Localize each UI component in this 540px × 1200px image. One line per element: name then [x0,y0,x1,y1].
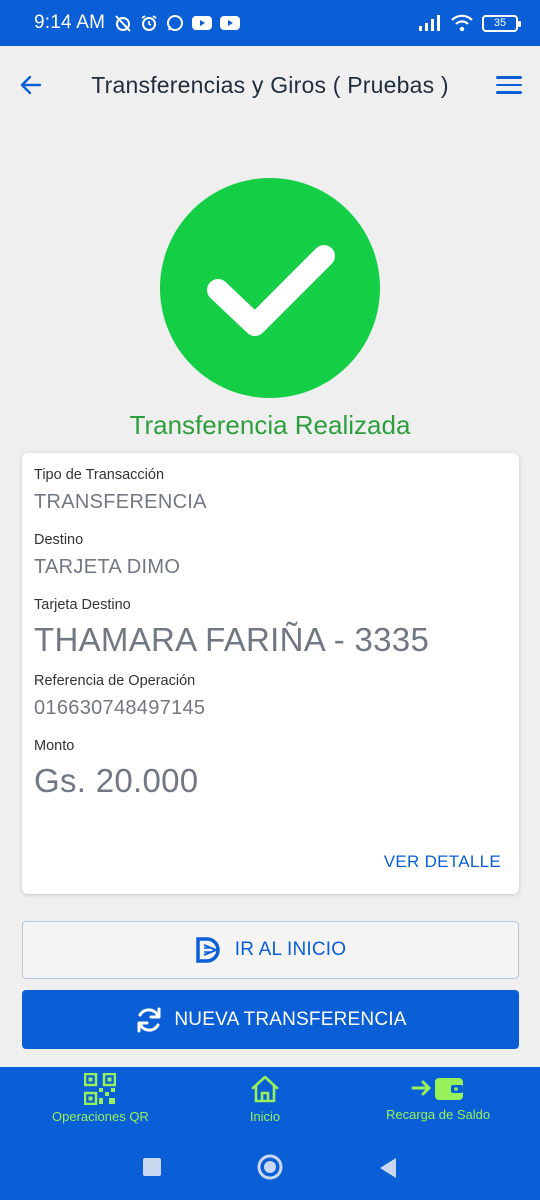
monto-value: Gs. 20.000 [34,762,199,799]
home-system-button[interactable] [256,1153,284,1186]
system-navigation-bar [0,1147,540,1200]
menu-button[interactable] [496,72,522,98]
tarjeta-destino-value: THAMARA FARIÑA - 3335 [34,621,430,658]
nav-item-operaciones-qr[interactable]: Operaciones QR [52,1073,149,1124]
wallet-recharge-icon [411,1078,464,1100]
nav-item-inicio[interactable]: Inicio [249,1073,281,1124]
status-notification-icons [113,13,241,33]
page-title: Transferencias y Giros ( Pruebas ) [91,71,449,98]
referencia-value: 016630748497145 [34,697,206,719]
signal-icon [418,14,442,32]
check-icon [207,245,335,336]
square-icon [143,1158,161,1176]
bottom-navigation: Operaciones QR Inicio Recarga de Saldo [0,1067,540,1200]
circle-icon [257,1154,283,1180]
nueva-transferencia-label: NUEVA TRANSFERENCIA [174,1008,407,1030]
youtube-icon [219,15,241,31]
triangle-back-icon [380,1158,396,1178]
destino-label: Destino [34,532,84,548]
nav-label-recarga-de-saldo: Recarga de Saldo [386,1107,491,1122]
referencia-label: Referencia de Operación [34,673,196,689]
ir-al-inicio-button[interactable]: IR AL INICIO [22,921,519,979]
monto-label: Monto [34,738,75,754]
qr-code-icon [84,1073,117,1105]
alarm-icon [139,13,159,33]
status-system-icons: 35 [418,14,521,32]
recents-button[interactable] [142,1157,162,1182]
success-check-circle [160,178,380,398]
nueva-transferencia-button[interactable]: NUEVA TRANSFERENCIA [22,990,519,1049]
tarjeta-destino-label: Tarjeta Destino [34,597,131,613]
tipo-label: Tipo de Transacción [34,467,165,483]
ver-detalle-link[interactable]: VER DETALLE [384,852,501,872]
nav-label-operaciones-qr: Operaciones QR [52,1109,149,1124]
dimo-logo-icon [195,937,220,963]
back-system-button[interactable] [378,1157,398,1184]
arrow-left-icon [20,75,42,95]
hamburger-icon [496,76,522,79]
tipo-value: TRANSFERENCIA [34,491,207,513]
refresh-icon [137,1007,161,1032]
home-icon [251,1075,279,1103]
ir-al-inicio-label: IR AL INICIO [234,939,347,960]
nav-label-inicio: Inicio [249,1109,281,1124]
youtube-icon [191,15,213,31]
nav-item-recarga-de-saldo[interactable]: Recarga de Saldo [386,1073,490,1122]
result-title: Transferencia Realizada [129,410,411,440]
wifi-icon [450,14,474,32]
status-time: 9:14 AM [34,12,106,33]
battery-icon: 35 [482,14,521,32]
whatsapp-icon [165,13,185,33]
app-header: Transferencias y Giros ( Pruebas ) [0,46,540,124]
status-bar: 9:14 AM 35 [0,0,540,46]
destino-value: TARJETA DIMO [34,556,181,578]
back-button[interactable] [18,72,44,98]
transaction-details-card: Tipo de Transacción TRANSFERENCIA Destin… [22,453,519,894]
alarm-off-icon [113,13,133,33]
